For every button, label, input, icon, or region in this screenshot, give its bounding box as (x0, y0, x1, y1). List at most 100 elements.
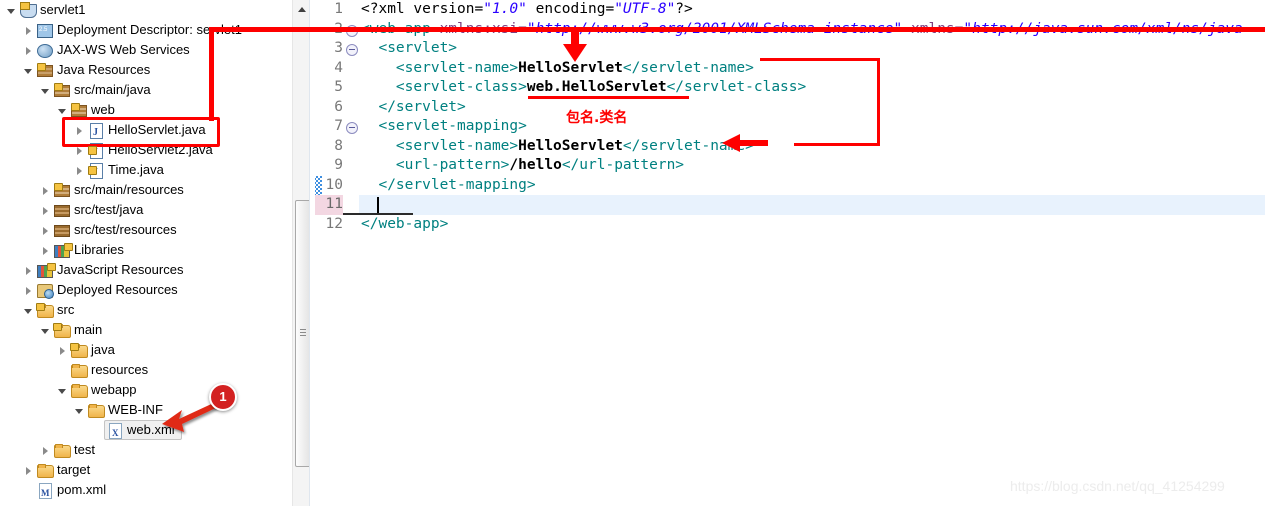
tree-item-label: main (74, 322, 103, 337)
twisty-expanded-icon[interactable] (57, 385, 68, 396)
tree-item-time-java[interactable]: Time.java (0, 160, 292, 183)
twisty-expanded-icon[interactable] (6, 5, 17, 16)
tree-item-deployed-resources[interactable]: Deployed Resources (0, 280, 292, 300)
package-explorer[interactable]: servlet1 Deployment Descriptor: servlet1 J… (0, 0, 292, 506)
code-line-12[interactable]: 12 </web-app> (315, 215, 1265, 235)
twisty-collapsed-icon[interactable] (23, 285, 34, 296)
tree-item-content[interactable]: JavaScript Resources (36, 260, 183, 280)
tree-item-content[interactable]: WEB-INF (87, 400, 163, 420)
code-line-1[interactable]: 1 <?xml version="1.0" encoding="UTF-8"?> (315, 0, 1265, 20)
tree-item-jax-ws-web-services[interactable]: JAX-WS Web Services (0, 40, 292, 60)
code-line-8[interactable]: 8 <servlet-name>HelloServlet</servlet-na… (315, 137, 1265, 157)
tree-item-src[interactable]: src (0, 300, 292, 320)
tree-item-content[interactable]: src/main/resources (53, 180, 184, 200)
twisty-collapsed-icon[interactable] (40, 225, 51, 236)
tree-item-helloservlet2-java[interactable]: HelloServlet2.java (0, 140, 292, 163)
tree-item-libraries[interactable]: Libraries (0, 240, 292, 260)
tree-item-pom-xml[interactable]: pom.xml (0, 480, 292, 503)
twisty-collapsed-icon[interactable] (23, 45, 34, 56)
twisty-collapsed-icon[interactable] (40, 245, 51, 256)
tree-item-web[interactable]: web (0, 100, 292, 120)
tree-item-content[interactable]: servlet1 (19, 0, 86, 20)
twisty-expanded-icon[interactable] (57, 105, 68, 116)
twisty-collapsed-icon[interactable] (23, 265, 34, 276)
tree-item-selected-wrapper[interactable]: web.xml (104, 420, 182, 443)
twisty-collapsed-icon[interactable] (23, 25, 34, 36)
tree-item-content[interactable]: Time.java (87, 160, 164, 183)
tree-item-src-test-resources[interactable]: src/test/resources (0, 220, 292, 240)
twisty-collapsed-icon[interactable] (57, 345, 68, 356)
code-fold-collapse-icon[interactable] (346, 44, 358, 56)
tree-item-resources[interactable]: resources (0, 360, 292, 380)
code-line-4[interactable]: 4 <servlet-name>HelloServlet</servlet-na… (315, 59, 1265, 79)
folder-icon (87, 402, 105, 418)
tree-item-main[interactable]: main (0, 320, 292, 340)
tree-item-content[interactable]: src/main/java (53, 80, 151, 100)
code-line-10[interactable]: 10 </servlet-mapping> (315, 175, 1265, 195)
twisty-expanded-icon[interactable] (74, 405, 85, 416)
tree-item-content[interactable]: Deployment Descriptor: servlet1 (36, 20, 242, 40)
code-line-2[interactable]: 2 <web-app xmlns:xsi="http://www.w3.org/2… (315, 20, 1265, 40)
tree-item-src-test-java[interactable]: src/test/java (0, 200, 292, 220)
twisty-collapsed-icon[interactable] (74, 125, 85, 136)
tree-item-content[interactable]: HelloServlet.java (87, 120, 206, 143)
tree-item-target[interactable]: target (0, 460, 292, 480)
tree-item-content[interactable]: HelloServlet2.java (87, 140, 213, 163)
scroll-up-arrow-icon[interactable] (293, 0, 310, 17)
code-fold-collapse-icon[interactable] (346, 24, 358, 37)
tree-item-javascript-resources[interactable]: JavaScript Resources (0, 260, 292, 280)
xml-editor[interactable]: 1 <?xml version="1.0" encoding="UTF-8"?> 2… (315, 0, 1265, 506)
tree-item-content[interactable]: src/test/java (53, 200, 143, 220)
tree-item-java[interactable]: java (0, 340, 292, 360)
twisty-collapsed-icon[interactable] (23, 465, 34, 476)
tree-item-test[interactable]: test (0, 440, 292, 460)
code-line-7[interactable]: 7 <servlet-mapping> (315, 117, 1265, 137)
tree-item-helloservlet-java[interactable]: HelloServlet.java (0, 120, 292, 143)
tree-item-content[interactable]: target (36, 460, 90, 480)
twisty-expanded-icon[interactable] (40, 325, 51, 336)
tree-item-java-resources[interactable]: Java Resources (0, 60, 292, 80)
tree-item-content[interactable]: Deployed Resources (36, 280, 178, 300)
twisty-collapsed-icon[interactable] (40, 445, 51, 456)
tree-item-servlet1[interactable]: servlet1 (0, 0, 292, 20)
code-text: <?xml version="1.0" encoding="UTF-8"?> (361, 1, 693, 17)
folder-icon (70, 382, 88, 398)
twisty-collapsed-icon[interactable] (74, 165, 85, 176)
twisty-collapsed-icon[interactable] (74, 145, 85, 156)
source-folder-icon (53, 182, 70, 198)
tree-item-content[interactable]: Libraries (53, 240, 124, 260)
tree-item-content[interactable]: resources (70, 360, 148, 380)
tree-item-content[interactable]: test (53, 440, 95, 460)
code-fold-collapse-icon[interactable] (346, 122, 358, 134)
code-line-6[interactable]: 6 </servlet> (315, 98, 1265, 118)
code-line-3[interactable]: 3 <servlet> (315, 39, 1265, 59)
code-line-11[interactable]: 11 (315, 195, 1265, 215)
tree-item-content[interactable]: webapp (70, 380, 137, 400)
tree-item-content[interactable]: main (53, 320, 102, 340)
tree-item-content[interactable]: src/test/resources (53, 220, 177, 240)
tree-item-content[interactable]: src (36, 300, 74, 320)
tree-item-src-main-java[interactable]: src/main/java (0, 80, 292, 100)
twisty-collapsed-icon[interactable] (40, 205, 51, 216)
tree-item-content[interactable]: JAX-WS Web Services (36, 40, 190, 60)
tree-item-content[interactable]: pom.xml (36, 480, 106, 503)
line-number: 2 (334, 20, 343, 37)
tree-item-deployment-descriptor-servlet1[interactable]: Deployment Descriptor: servlet1 (0, 20, 292, 40)
tree-item-webapp[interactable]: webapp (0, 380, 292, 400)
code-line-5[interactable]: 5 <servlet-class>web.HelloServlet</servl… (315, 78, 1265, 98)
tree-item-src-main-resources[interactable]: src/main/resources (0, 180, 292, 200)
twisty-expanded-icon[interactable] (23, 305, 34, 316)
tree-item-web-xml[interactable]: web.xml (0, 420, 292, 443)
tree-item-content[interactable]: web (70, 100, 115, 120)
twisty-expanded-icon[interactable] (23, 65, 34, 76)
tree-item-web-inf[interactable]: WEB-INF (0, 400, 292, 420)
tree-item-label: src/main/resources (74, 182, 184, 197)
code-area[interactable]: 1 <?xml version="1.0" encoding="UTF-8"?> 2… (315, 0, 1265, 234)
twisty-collapsed-icon[interactable] (40, 185, 51, 196)
line-number: 10 (325, 176, 343, 193)
tree-item-content[interactable]: Java Resources (36, 60, 150, 80)
tree-item-content[interactable]: java (70, 340, 115, 360)
twisty-expanded-icon[interactable] (40, 85, 51, 96)
code-line-9[interactable]: 9 <url-pattern>/hello</url-pattern> (315, 156, 1265, 176)
explorer-scrollbar[interactable] (292, 0, 311, 506)
